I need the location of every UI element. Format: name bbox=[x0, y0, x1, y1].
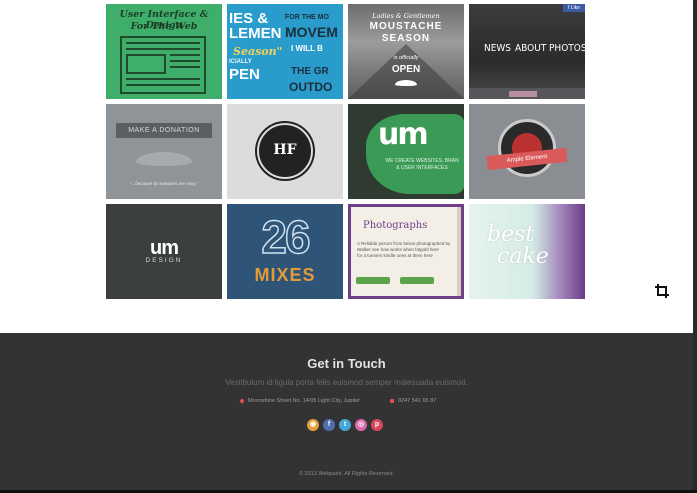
hf-badge-logo: HF bbox=[257, 123, 313, 179]
tile-text: THE GR bbox=[291, 66, 329, 77]
tile-strip bbox=[469, 88, 585, 99]
facebook-icon[interactable]: f bbox=[323, 419, 335, 431]
tile-number: 26 bbox=[261, 210, 312, 264]
card-text: A Reliable picture from below photograph… bbox=[357, 241, 451, 246]
phone-icon bbox=[390, 398, 394, 403]
portfolio-grid: User Interface & Design For The Web IES … bbox=[106, 4, 586, 299]
twitter-icon[interactable]: t bbox=[339, 419, 351, 431]
lettering-line: cake bbox=[497, 244, 549, 269]
portfolio-item-band-site[interactable]: f Like NEWS ABOUT PHOTOS bbox=[469, 4, 585, 99]
tile-heading: MIXES bbox=[254, 265, 316, 285]
tile-text: Ladies & Gentlemen bbox=[372, 12, 440, 20]
tile-heading: MOUSTACHE bbox=[369, 21, 443, 32]
photographs-card: Photographs A Reliable picture from belo… bbox=[351, 207, 461, 296]
address-text: Moonshine Street No. 14/05 Light City, J… bbox=[248, 398, 361, 404]
tile-text: Season" bbox=[233, 45, 283, 58]
portfolio-item-26-mixes[interactable]: 26 MIXES bbox=[227, 204, 343, 299]
badge-text: HF bbox=[273, 142, 297, 158]
portfolio-item-um-brand[interactable]: um WE CREATE WEBSITES, BRAN & USER INTER… bbox=[348, 104, 464, 199]
portfolio-item-best-cake[interactable]: best cake bbox=[469, 204, 585, 299]
card-title: Photographs bbox=[363, 220, 428, 231]
best-cake-lettering: best cake bbox=[487, 224, 549, 268]
tile-text: ICIALLY bbox=[229, 59, 252, 65]
portfolio-item-photographs[interactable]: Photographs A Reliable picture from belo… bbox=[348, 204, 464, 299]
portfolio-item-hf-logo[interactable]: HF bbox=[227, 104, 343, 199]
tile-subheading: For The Web bbox=[130, 21, 198, 32]
tile-text: is officially bbox=[393, 55, 419, 61]
footer-address: Moonshine Street No. 14/05 Light City, J… bbox=[239, 397, 361, 404]
phone-text: 0247 541 65 87 bbox=[398, 398, 437, 404]
tile-nav-about: ABOUT bbox=[515, 43, 547, 54]
location-pin-icon bbox=[239, 397, 245, 404]
tile-caption: & USER INTERFACES bbox=[396, 165, 448, 171]
footer: Get in Touch Vestibulum id ligula porta … bbox=[0, 333, 693, 490]
moustache-icon bbox=[136, 152, 192, 166]
rss-icon[interactable]: ◉ bbox=[307, 419, 319, 431]
tile-heading: SEASON bbox=[381, 33, 431, 44]
dribbble-icon[interactable]: ◎ bbox=[355, 419, 367, 431]
footer-subtitle: Vestibulum id ligula porta felis euismod… bbox=[225, 378, 468, 387]
card-button bbox=[400, 277, 434, 284]
portfolio-item-movember-poster[interactable]: IES & LEMEN Season" ICIALLY PEN FOR THE … bbox=[227, 4, 343, 99]
donate-banner: MAKE A DONATION bbox=[116, 123, 212, 138]
wireframe-illustration bbox=[120, 36, 206, 94]
tile-nav-news: NEWS bbox=[484, 43, 512, 54]
tile-text: LEMEN bbox=[229, 25, 282, 42]
tile-caption: DESIGN bbox=[145, 257, 183, 264]
window-edge bbox=[693, 0, 697, 493]
round-badge bbox=[498, 119, 556, 177]
portfolio-item-moustache-season[interactable]: Ladies & Gentlemen MOUSTACHE SEASON is o… bbox=[348, 4, 464, 99]
portfolio-item-badge-ribbon[interactable]: Ample Element bbox=[469, 104, 585, 199]
portfolio-item-ui-design[interactable]: User Interface & Design For The Web bbox=[106, 4, 222, 99]
footer-title: Get in Touch bbox=[307, 356, 386, 371]
tile-text: FOR THE MO bbox=[285, 14, 329, 21]
um-logo: um bbox=[378, 117, 429, 152]
tile-caption: "...because lip sweaters are sexy." bbox=[129, 181, 199, 186]
tile-text: I WILL B bbox=[291, 44, 323, 53]
tile-heading: OPEN bbox=[391, 64, 421, 75]
card-button bbox=[356, 277, 390, 284]
card-text: for a tunners kindle ones at them here bbox=[357, 253, 433, 258]
moustache-icon bbox=[395, 80, 417, 86]
card-text: Walker see how works when fatgold here bbox=[357, 247, 439, 252]
facebook-like-badge: f Like bbox=[563, 4, 585, 12]
tile-nav-photos: PHOTOS bbox=[549, 43, 585, 54]
tile-caption: WE CREATE WEBSITES, BRAN bbox=[385, 158, 459, 164]
footer-phone: 0247 541 65 87 bbox=[390, 398, 436, 404]
tile-text: PEN bbox=[229, 66, 260, 83]
pinterest-icon[interactable]: p bbox=[371, 419, 383, 431]
portfolio-item-um-design[interactable]: um DESIGN bbox=[106, 204, 222, 299]
copyright: © 2013 Webpaint. All Rights Reserved. bbox=[298, 471, 395, 477]
crop-icon[interactable] bbox=[655, 284, 669, 298]
lettering-line: best bbox=[487, 222, 535, 247]
tile-text: MOVEM bbox=[285, 24, 338, 40]
tile-text: OUTDO bbox=[289, 80, 333, 94]
portfolio-item-donation[interactable]: MAKE A DONATION "...because lip sweaters… bbox=[106, 104, 222, 199]
